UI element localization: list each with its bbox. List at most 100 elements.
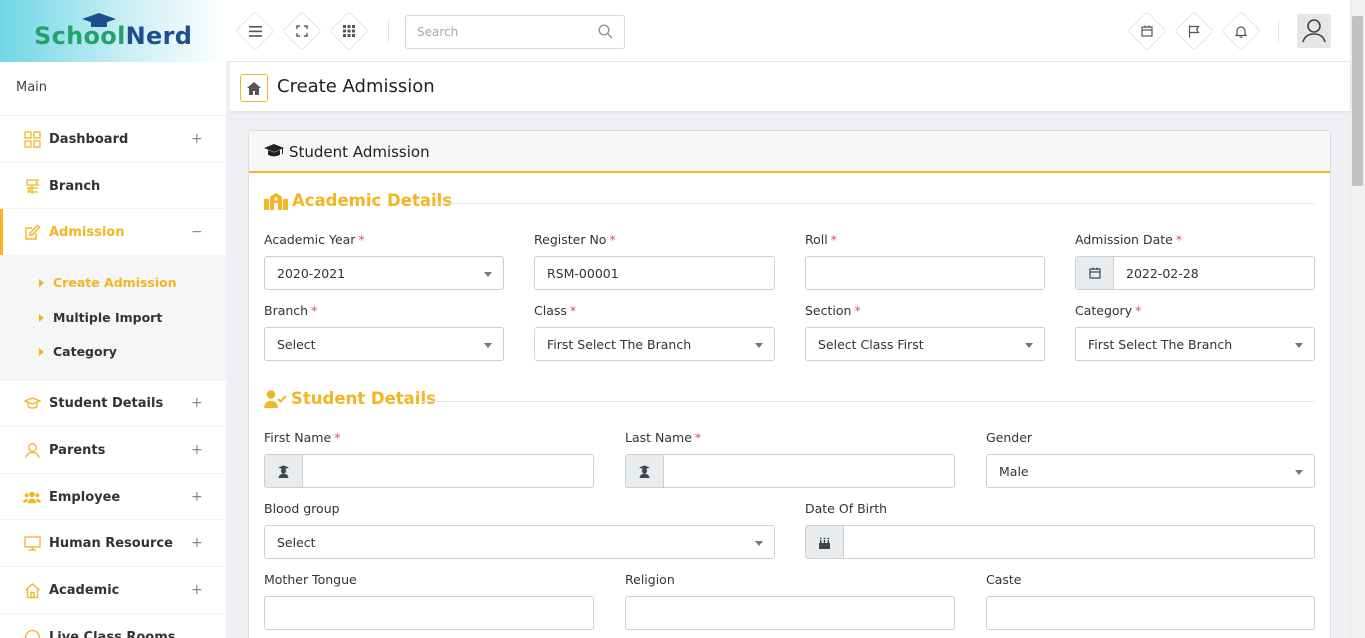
date-of-birth-label: Date Of Birth [805,501,888,516]
birthday-addon [805,525,843,559]
religion-input[interactable] [625,596,955,630]
blood-group-label: Blood group [264,501,340,516]
expand-plus-icon: + [191,395,203,411]
sidebar-item-live-class-rooms[interactable]: Live Class Rooms [0,613,226,638]
page-header: Create Admission [230,62,1350,112]
sidebar-item-parents[interactable]: Parents + [0,426,226,473]
sidebar-item-branch[interactable]: Branch [0,162,226,209]
school-building-icon [264,192,288,210]
sidebar-item-academic[interactable]: Academic + [0,566,226,613]
date-of-birth-input[interactable] [843,525,1315,559]
sidebar-item-admission[interactable]: Admission − [0,208,226,255]
section-select[interactable]: Select Class First [805,327,1045,361]
expand-plus-icon: + [191,442,203,458]
gender-label: Gender [986,430,1033,445]
first-name-label: First Name * [264,430,341,445]
category-select[interactable]: First Select The Branch [1075,327,1315,361]
graduation-cap-icon [23,394,41,412]
scrollbar-thumb[interactable] [1352,16,1363,186]
sidebar-item-employee[interactable]: Employee + [0,473,226,520]
divider [1278,20,1279,42]
admission-date-label: Admission Date * [1075,232,1183,247]
last-name-input[interactable] [663,454,955,488]
page-title: Create Admission [277,76,435,97]
circle-icon [23,628,41,638]
graduate-addon [625,454,663,488]
sidebar-item-student-details[interactable]: Student Details + [0,379,226,426]
expand-plus-icon: + [191,582,203,598]
student-admission-panel: Student Admission Academic Details Acade… [248,130,1331,638]
monitor-icon [23,534,41,552]
search-icon[interactable] [598,24,613,39]
dashboard-grid-icon [23,130,41,148]
register-no-input[interactable]: RSM-00001 [534,256,775,290]
sidebar-item-dashboard[interactable]: Dashboard + [0,115,226,162]
expand-plus-icon: + [191,535,203,551]
caret-right-icon [39,347,44,356]
admission-date-input[interactable]: 2022-02-28 [1113,256,1315,290]
user-avatar-icon [1302,19,1326,43]
academic-year-select[interactable]: 2020-2021 [264,256,504,290]
academic-details-heading: Academic Details [264,191,452,210]
bell-icon [1232,22,1250,40]
panel-header: Student Admission [249,131,1330,173]
last-name-label: Last Name * [625,430,702,445]
roll-input[interactable] [805,256,1045,290]
class-label: Class * [534,303,577,318]
caret-right-icon [39,278,44,287]
sidebar-section-label: Main [16,80,48,95]
caste-input[interactable] [986,596,1315,630]
search-box [405,15,625,49]
flag-icon [1185,22,1203,40]
branch-label: Branch * [264,303,318,318]
caret-right-icon [39,313,44,322]
submenu-category[interactable]: Category [39,344,117,359]
submenu-create-admission[interactable]: Create Admission [39,275,177,290]
sidebar: Main Dashboard + Branch Admission − Crea… [0,62,226,638]
academic-year-label: Academic Year * [264,232,365,247]
branch-sign-icon [23,177,41,195]
brand-name: SchoolNerd [34,22,193,50]
blood-group-select[interactable]: Select [264,525,775,559]
expand-plus-icon: + [191,131,203,147]
submenu-multiple-import[interactable]: Multiple Import [39,310,162,325]
category-label: Category * [1075,303,1142,318]
mother-tongue-label: Mother Tongue [264,572,357,587]
logo[interactable]: SchoolNerd [0,0,226,62]
calendar-icon [1088,267,1101,279]
religion-label: Religion [625,572,675,587]
sidebar-item-human-resource[interactable]: Human Resource + [0,519,226,566]
user-check-icon [264,389,287,408]
section-divider [436,203,1315,204]
branch-select[interactable]: Select [264,327,504,361]
user-icon [23,441,41,459]
graduate-addon [264,454,302,488]
admission-submenu: Create Admission Multiple Import Categor… [0,255,226,381]
calendar-icon [1138,22,1156,40]
gender-select[interactable]: Male [986,454,1315,488]
user-graduate-icon [278,465,289,478]
home-button[interactable] [240,74,268,102]
roll-label: Roll * [805,232,837,247]
divider [388,20,389,42]
hamburger-icon [246,22,264,40]
collapse-minus-icon: − [191,224,203,240]
mother-tongue-input[interactable] [264,596,594,630]
student-details-heading: Student Details [264,389,436,408]
expand-plus-icon: + [191,489,203,505]
user-graduate-icon [639,465,650,478]
register-no-label: Register No * [534,232,616,247]
graduation-cap-icon [264,144,284,157]
apps-grid-icon [340,22,358,40]
top-bar: SchoolNerd [0,0,1350,62]
section-divider [422,401,1315,402]
expand-icon [293,22,311,40]
home-icon [247,81,261,95]
home-icon [23,581,41,599]
edit-icon [23,223,41,241]
users-icon [23,488,41,506]
user-avatar[interactable] [1297,14,1331,48]
first-name-input[interactable] [302,454,594,488]
search-input[interactable] [406,16,586,48]
class-select[interactable]: First Select The Branch [534,327,775,361]
